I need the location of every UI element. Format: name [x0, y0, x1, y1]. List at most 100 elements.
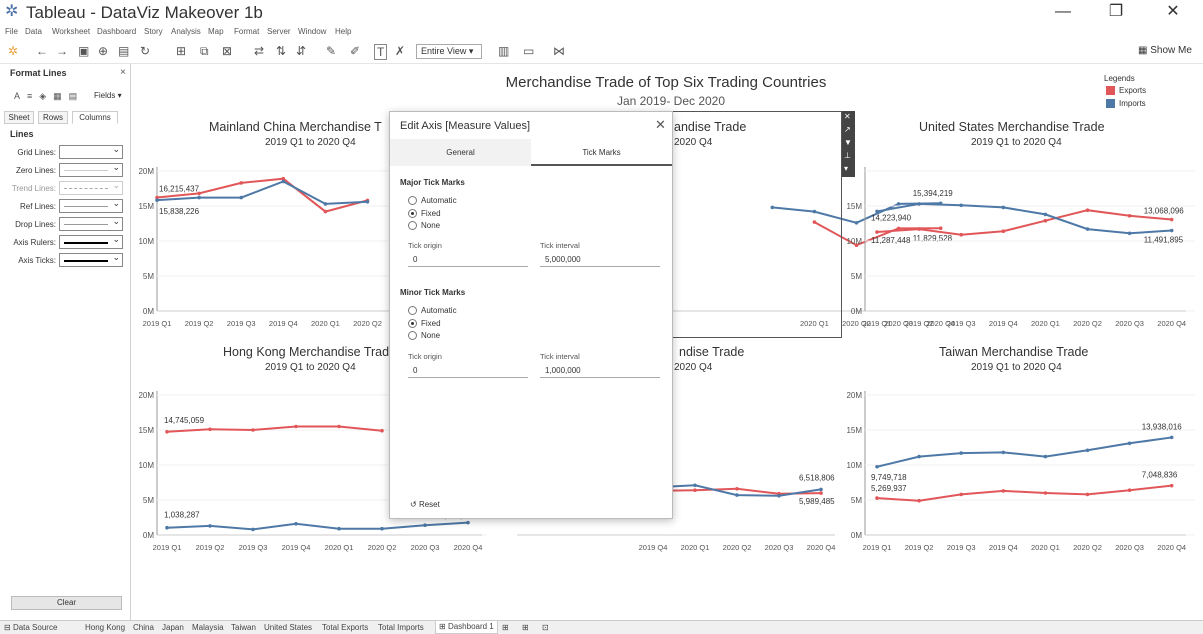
- minor-none-radio[interactable]: [408, 331, 417, 340]
- tab-total-exports[interactable]: Total Exports: [322, 623, 368, 632]
- menu-format[interactable]: Format: [234, 27, 259, 36]
- major-automatic-radio[interactable]: [408, 196, 417, 205]
- minimize-button[interactable]: —: [1043, 2, 1083, 24]
- menu-worksheet[interactable]: Worksheet: [52, 27, 90, 36]
- refresh-icon[interactable]: ↻: [140, 44, 150, 58]
- tab-united-states[interactable]: United States: [264, 623, 312, 632]
- tab-hong-kong[interactable]: Hong Kong: [85, 623, 125, 632]
- presentation-mode-icon[interactable]: ▭: [523, 44, 534, 58]
- share-icon[interactable]: ⋈: [553, 44, 565, 58]
- restore-button[interactable]: ❐: [1096, 2, 1136, 24]
- major-interval-input[interactable]: 5,000,000: [540, 253, 660, 267]
- go-to-sheet-icon[interactable]: ↗: [844, 125, 851, 134]
- close-window-button[interactable]: ✕: [1153, 2, 1193, 24]
- data-point: [1043, 212, 1048, 217]
- tab-malaysia[interactable]: Malaysia: [192, 623, 224, 632]
- new-dashboard-tab-icon[interactable]: ⊞: [522, 623, 529, 632]
- tab-dashboard-1[interactable]: ⊞ Dashboard 1: [435, 621, 498, 634]
- grid-lines-select[interactable]: ⌄: [59, 144, 123, 159]
- more-options-icon[interactable]: ▾: [844, 164, 848, 173]
- new-story-tab-icon[interactable]: ⊡: [542, 623, 549, 632]
- fields-dropdown[interactable]: Fields ▾: [94, 91, 122, 100]
- fit-view-select[interactable]: Entire View ▾: [416, 44, 482, 59]
- pin-icon[interactable]: ⊥: [844, 151, 851, 160]
- tab-sheet[interactable]: Sheet: [4, 111, 34, 124]
- data-point: [294, 522, 298, 526]
- close-pane-icon[interactable]: ×: [120, 67, 126, 78]
- data-source-tab[interactable]: ⊟ Data Source: [4, 623, 57, 632]
- menu-window[interactable]: Window: [298, 27, 326, 36]
- tab-taiwan[interactable]: Taiwan: [231, 623, 256, 632]
- format-icons-row[interactable]: A≡◈▦▤: [14, 91, 84, 102]
- menu-server[interactable]: Server: [267, 27, 291, 36]
- minor-fixed-radio[interactable]: [408, 319, 417, 328]
- minor-interval-input[interactable]: 1,000,000: [540, 364, 660, 378]
- menu-file[interactable]: File: [5, 27, 18, 36]
- data-point: [239, 181, 243, 185]
- data-point: [1127, 231, 1132, 236]
- major-none-label: None: [421, 221, 441, 230]
- major-none-radio[interactable]: [408, 221, 417, 230]
- sort-ascending-icon[interactable]: ⇅: [276, 44, 286, 58]
- tab-tick-marks[interactable]: Tick Marks: [531, 139, 672, 166]
- ref-lines-select[interactable]: ⌄: [59, 198, 123, 213]
- redo-icon[interactable]: →: [56, 44, 68, 58]
- minor-origin-input[interactable]: 0: [408, 364, 528, 378]
- tab-total-imports[interactable]: Total Imports: [378, 623, 424, 632]
- clear-sheet-icon[interactable]: ⊠: [222, 44, 232, 58]
- zero-lines-select[interactable]: ⌄: [59, 162, 123, 177]
- axis-rulers-select[interactable]: ⌄: [59, 234, 123, 249]
- duplicate-sheet-icon[interactable]: ⧉: [200, 44, 209, 58]
- menu-dashboard[interactable]: Dashboard: [97, 27, 136, 36]
- clear-button[interactable]: Clear: [11, 596, 122, 610]
- minor-automatic-radio[interactable]: [408, 306, 417, 315]
- new-datasource-icon[interactable]: ⊕: [98, 44, 108, 58]
- tab-china[interactable]: China: [133, 623, 154, 632]
- tableau-home-icon[interactable]: ✲: [8, 44, 18, 58]
- trend-lines-select[interactable]: ⌄: [59, 180, 123, 195]
- major-fixed-radio[interactable]: [408, 209, 417, 218]
- y-tick-label: 0M: [851, 531, 862, 540]
- y-tick-label: 10M: [846, 461, 862, 470]
- grid-lines-label: Grid Lines:: [17, 148, 56, 157]
- y-tick-label: 20M: [846, 391, 862, 400]
- new-worksheet-tab-icon[interactable]: ⊞: [502, 623, 509, 632]
- group-icon[interactable]: ✐: [350, 44, 360, 58]
- data-point: [423, 523, 427, 527]
- swap-axes-icon[interactable]: ⇄: [254, 44, 264, 58]
- major-origin-input[interactable]: 0: [408, 253, 528, 267]
- sort-descending-icon[interactable]: ⇵: [296, 44, 306, 58]
- highlight-icon[interactable]: ✎: [326, 44, 336, 58]
- menu-story[interactable]: Story: [144, 27, 163, 36]
- use-as-filter-icon[interactable]: ▼: [844, 138, 852, 147]
- tab-general[interactable]: General: [390, 139, 531, 166]
- menu-map[interactable]: Map: [208, 27, 224, 36]
- menu-analysis[interactable]: Analysis: [171, 27, 201, 36]
- menu-data[interactable]: Data: [25, 27, 42, 36]
- show-me-label: Show Me: [1150, 45, 1192, 56]
- show-me-button[interactable]: ▦ Show Me: [1138, 45, 1192, 56]
- save-icon[interactable]: ▣: [78, 44, 89, 58]
- data-label: 14,745,059: [164, 416, 205, 425]
- pause-updates-icon[interactable]: ▤: [118, 44, 129, 58]
- menu-help[interactable]: Help: [335, 27, 351, 36]
- data-point: [380, 428, 384, 433]
- tab-columns[interactable]: Columns: [72, 111, 118, 124]
- data-point: [197, 195, 201, 200]
- fix-axes-icon[interactable]: ✗: [395, 44, 405, 58]
- data-label: 1,038,287: [164, 511, 200, 520]
- close-dialog-icon[interactable]: ✕: [655, 117, 666, 133]
- tab-rows[interactable]: Rows: [38, 111, 68, 124]
- reset-button[interactable]: ↺ Reset: [410, 500, 440, 509]
- undo-icon[interactable]: ←: [36, 44, 48, 58]
- selected-sheet-frame: [646, 111, 842, 338]
- drop-lines-select[interactable]: ⌄: [59, 216, 123, 231]
- axis-ticks-select[interactable]: ⌄: [59, 252, 123, 267]
- remove-sheet-icon[interactable]: ✕: [844, 112, 851, 121]
- x-tick-label: 2020 Q1: [325, 543, 354, 552]
- data-point: [735, 493, 739, 497]
- tab-japan[interactable]: Japan: [162, 623, 184, 632]
- show-labels-icon[interactable]: T: [374, 44, 388, 60]
- show-cards-icon[interactable]: ▥: [498, 44, 509, 58]
- new-worksheet-icon[interactable]: ⊞: [176, 44, 186, 58]
